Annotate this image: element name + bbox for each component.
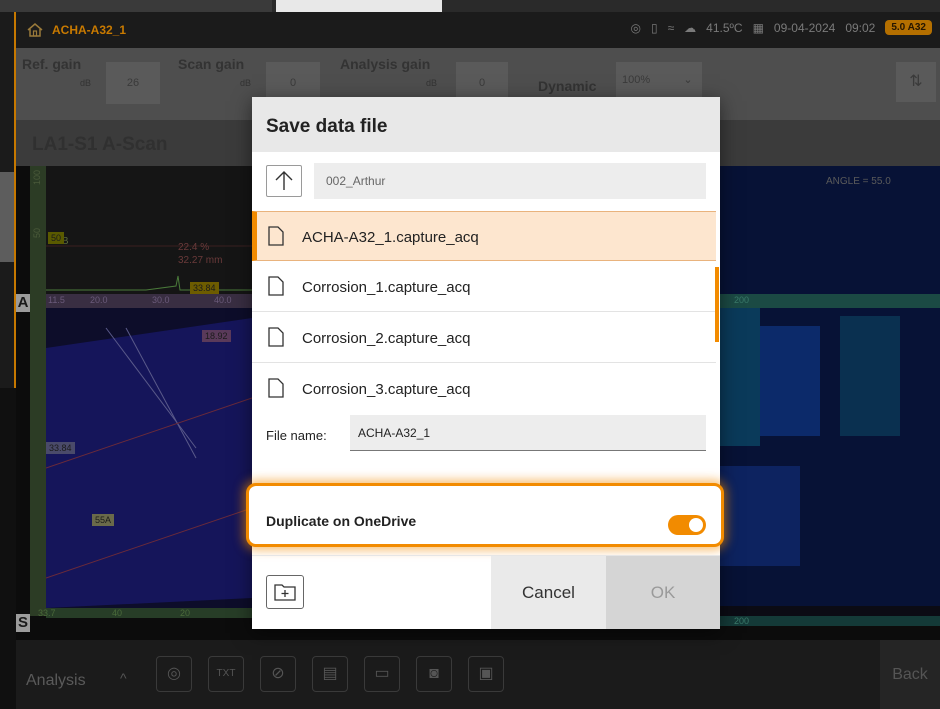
dynamic-select[interactable]: 100% [616,62,680,98]
new-folder-icon [274,584,296,601]
file-item[interactable]: Corrosion_1.capture_acq [252,262,716,312]
probe-icon: ▦ [752,20,764,35]
a-scan-percent: 22.4 % [178,242,210,253]
file-name: Corrosion_3.capture_acq [302,381,471,398]
back-button[interactable]: Back [880,640,940,709]
analysis-menu-button[interactable]: Analysis [26,672,86,690]
dialog-header: Save data file [252,97,720,152]
axis-top-label: 100 [32,170,42,186]
home-icon[interactable] [26,22,44,38]
file-name: Corrosion_2.capture_acq [302,330,471,347]
dynamic-label: Dynamic [538,78,597,94]
file-name-input[interactable]: ACHA-A32_1 [350,415,706,451]
ref-gain-label: Ref. gain [22,56,82,72]
parent-folder-button[interactable] [266,165,302,197]
a-tick-4: 40.0 [214,295,232,305]
wifi-icon: ≈ [667,20,675,35]
txt-export-icon[interactable]: TXT [208,656,244,692]
s-scan-marker: 18.92 [202,330,231,342]
document-icon[interactable]: ▯ [651,21,658,35]
onedrive-toggle[interactable] [668,515,706,535]
file-item[interactable]: Corrosion_2.capture_acq [252,313,716,363]
s-scan-depth: 33.84 [46,442,75,454]
cloud-icon: ☁ [684,20,697,35]
analysis-gain-label: Analysis gain [340,56,431,72]
file-icon [268,378,284,398]
s-scan-angle: 55A [92,514,115,526]
a-tick-1: 11.5 [48,295,65,305]
file-name-label: File name: [266,428,327,443]
cancel-button[interactable]: Cancel [491,556,606,629]
onedrive-label: Duplicate on OneDrive [266,513,417,529]
dialog-title: Save data file [266,116,388,137]
temperature: 41.5ºC [706,20,743,35]
a-tick-2: 20.0 [90,295,108,305]
a-scan-gate: 33.84 [190,282,219,294]
angle-readout: ANGLE = 55.0 [826,176,891,187]
s-tick-1: 33.7 [38,608,56,618]
ref-gain-value[interactable]: 26 [106,62,160,104]
layout-icon[interactable]: ▤ [312,656,348,692]
new-folder-button[interactable] [266,575,304,609]
s-scan-label: S [16,614,30,632]
file-item[interactable]: Corrosion_3.capture_acq [252,364,716,405]
c-scan-view[interactable] [720,166,940,606]
ref-gain-unit: dB [80,78,92,88]
c-scan-axis: 200 [720,294,940,308]
file-name: ACHA-A32_1.capture_acq [302,229,479,246]
file-list-scrollbar[interactable] [715,267,719,342]
axis-mid-label: 50 [32,228,42,239]
current-path: 002_Arthur [314,163,706,199]
s-tick-3: 20 [180,608,191,618]
save-icon[interactable]: ▣ [468,656,504,692]
status-bar: ACHA-A32_1 ◎ ▯ ≈ ☁ 41.5ºC ▦ 09-04-2024 0… [16,12,940,48]
a-scan-label: A [16,294,30,312]
date: 09-04-2024 [773,20,836,35]
clipboard-icon[interactable]: ▭ [364,656,400,692]
a-tick-3: 30.0 [152,295,170,305]
ok-button[interactable]: OK [606,556,720,629]
chevron-up-icon[interactable]: ^ [120,670,127,686]
right-tick: 200 [734,295,750,305]
save-data-file-dialog: Save data file 002_Arthur ACHA-A32_1.cap… [246,97,724,629]
time: 09:02 [845,20,876,35]
a-scan-axis: 11.5 20.0 30.0 40.0 [46,294,252,308]
file-item-selected[interactable]: ACHA-A32_1.capture_acq [252,211,716,261]
file-list[interactable]: ACHA-A32_1.capture_acq Corrosion_1.captu… [252,211,720,405]
a-scan-view[interactable]: 0 dB 22.4 % 32.27 mm 50 33.84 [46,166,253,294]
link-icon[interactable]: ⊘ [260,656,296,692]
s-tick-2: 40 [112,608,123,618]
left-axis: 100 50 [30,166,46,616]
toggle-knob [689,518,703,532]
a-scan-level: 50 [48,232,65,244]
outer-tab [0,0,272,12]
a-scan-mm: 32.27 mm [178,255,223,266]
sort-icon[interactable]: ⇅ [896,62,936,102]
analysis-gain-unit: dB [426,78,438,88]
arrow-up-icon [275,171,293,190]
file-name: Corrosion_1.capture_acq [302,279,471,296]
scan-title: LA1-S1 A-Scan [32,134,168,155]
lower-tick: 200 [734,616,750,626]
s-scan-view[interactable]: 18.92 33.84 55A [46,308,252,608]
file-icon [268,226,284,246]
outer-side-panel [0,12,16,388]
outer-tab-active [276,0,442,12]
camera-icon[interactable]: ◙ [416,656,452,692]
scan-gain-unit: dB [240,78,252,88]
user-icon[interactable]: ◎ [630,21,640,35]
status-title: ACHA-A32_1 [52,23,127,37]
chevron-down-icon[interactable]: ⌄ [674,62,702,98]
version-badge: 5.0 A32 [885,20,932,35]
file-icon [268,327,284,347]
scan-gain-label: Scan gain [178,56,245,72]
analysis-icon[interactable]: ◎ [156,656,192,692]
file-icon [268,276,284,296]
